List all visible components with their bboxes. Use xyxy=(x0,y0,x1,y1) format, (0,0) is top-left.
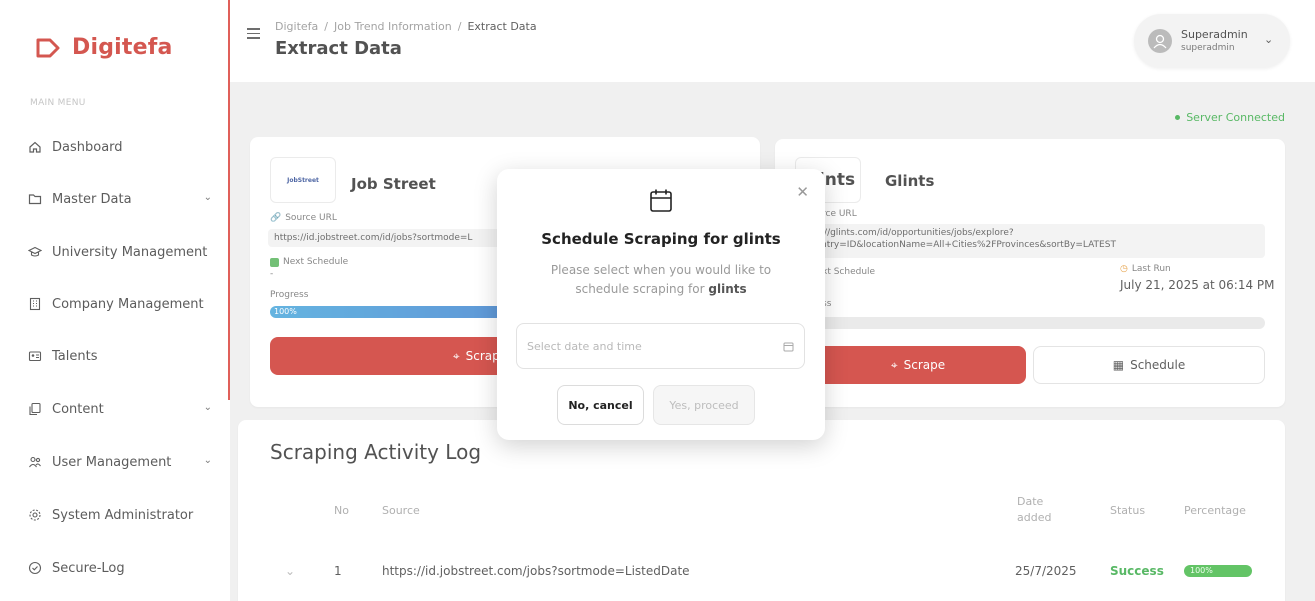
cancel-button[interactable]: No, cancel xyxy=(557,385,644,425)
schedule-modal: ✕ Schedule Scraping for glints Please se… xyxy=(497,169,825,440)
modal-title: Schedule Scraping for glints xyxy=(541,230,781,248)
close-icon[interactable]: ✕ xyxy=(796,183,809,201)
calendar-icon[interactable] xyxy=(783,341,794,352)
modal-description: Please select when you would like to sch… xyxy=(527,261,795,299)
proceed-button[interactable]: Yes, proceed xyxy=(653,385,755,425)
datetime-placeholder: Select date and time xyxy=(527,339,642,353)
datetime-input[interactable]: Select date and time xyxy=(516,323,805,369)
modal-description-target: glints xyxy=(708,282,747,296)
app-root: Digitefa MAIN MENU Dashboard Master Data… xyxy=(0,0,1315,601)
calendar-icon xyxy=(650,189,672,212)
